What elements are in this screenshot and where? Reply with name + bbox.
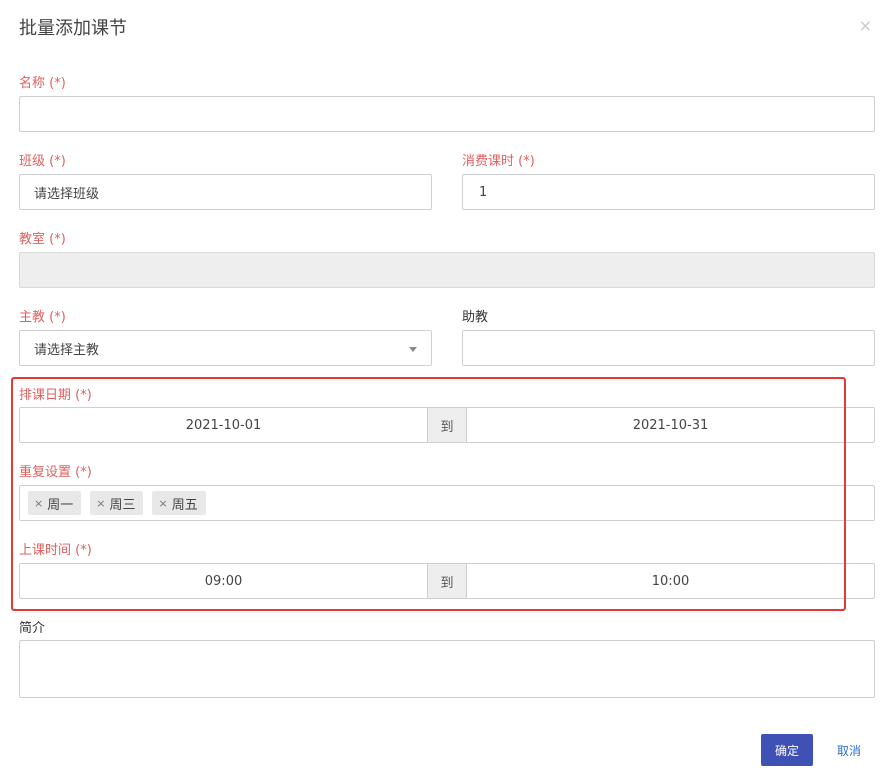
tag-label: 周一	[47, 497, 74, 513]
end-date-input[interactable]: 2021-10-31	[466, 407, 875, 443]
repeat-label: 重复设置 (*)	[19, 465, 92, 480]
remove-tag-icon[interactable]: ×	[96, 497, 105, 510]
end-time-input[interactable]: 10:00	[466, 563, 875, 599]
tag-label: 周三	[109, 497, 136, 513]
close-icon[interactable]: ×	[859, 18, 872, 34]
hours-label: 消费课时 (*)	[462, 154, 535, 169]
classroom-input	[19, 252, 875, 288]
time-range-label: 上课时间 (*)	[19, 543, 92, 558]
remove-tag-icon[interactable]: ×	[158, 497, 167, 510]
date-range-separator: 到	[427, 407, 467, 443]
name-input[interactable]	[19, 96, 875, 132]
tag-label: 周五	[171, 497, 198, 513]
cancel-button[interactable]: 取消	[829, 734, 869, 766]
intro-label: 简介	[19, 621, 46, 636]
start-date-input[interactable]: 2021-10-01	[19, 407, 428, 443]
assistant-label: 助教	[462, 310, 489, 325]
date-range-label: 排课日期 (*)	[19, 388, 92, 403]
teacher-select[interactable]: 请选择主教	[19, 330, 432, 366]
start-time-input[interactable]: 09:00	[19, 563, 428, 599]
remove-tag-icon[interactable]: ×	[34, 497, 43, 510]
teacher-select-value: 请选择主教	[34, 342, 100, 358]
repeat-tag-input[interactable]: × 周一 × 周三 × 周五	[19, 485, 875, 521]
batch-add-lessons-dialog: 批量添加课节 × 名称 (*) 班级 (*) 请选择班级 消费课时 (*) 1 …	[0, 0, 894, 781]
class-select[interactable]: 请选择班级	[19, 174, 432, 210]
confirm-button[interactable]: 确定	[761, 734, 813, 766]
class-label: 班级 (*)	[19, 154, 66, 169]
hours-input[interactable]: 1	[462, 174, 875, 210]
name-label: 名称 (*)	[19, 76, 66, 91]
repeat-tag-monday: × 周一	[28, 491, 82, 515]
repeat-tag-wednesday: × 周三	[90, 491, 144, 515]
classroom-label: 教室 (*)	[19, 232, 66, 247]
time-range-separator: 到	[427, 563, 467, 599]
caret-down-icon	[409, 347, 417, 352]
dialog-title: 批量添加课节	[19, 18, 127, 39]
assistant-input[interactable]	[462, 330, 875, 366]
teacher-label: 主教 (*)	[19, 310, 66, 325]
intro-textarea[interactable]	[19, 640, 875, 698]
repeat-tag-friday: × 周五	[152, 491, 206, 515]
